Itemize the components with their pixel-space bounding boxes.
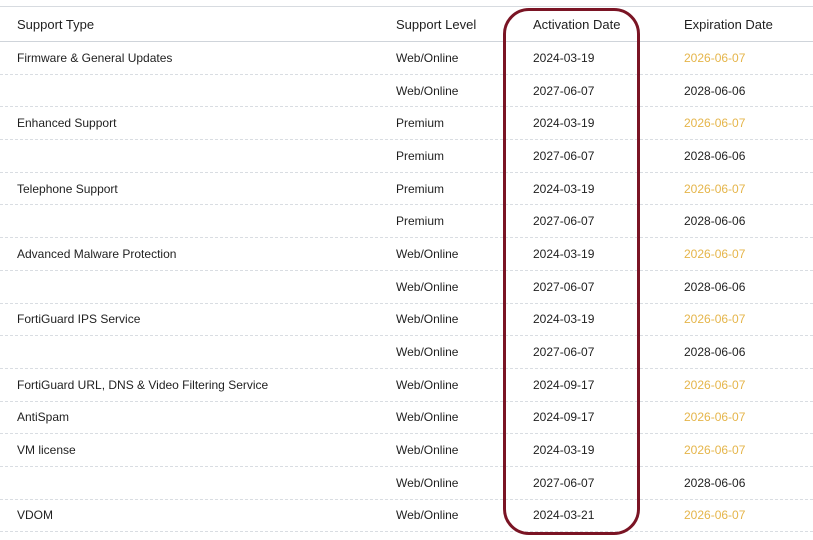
activation-date-cell: 2027-06-07 bbox=[533, 214, 595, 229]
activation-date-cell: 2027-06-07 bbox=[533, 279, 595, 294]
table-row[interactable]: VDOM Web/Online 2024-03-21 2026-06-07 bbox=[0, 500, 813, 533]
table-row[interactable]: FortiGuard IPS Service Web/Online 2024-03-… bbox=[0, 304, 813, 337]
support-level-cell: Premium bbox=[396, 181, 445, 196]
activation-date-cell: 2024-09-17 bbox=[533, 377, 595, 392]
activation-date-cell: 2027-06-07 bbox=[533, 345, 595, 360]
table-body: Firmware & General Updates Web/Online 2024… bbox=[0, 42, 813, 533]
support-level-cell: Web/Online bbox=[396, 345, 459, 360]
activation-date-cell: 2027-06-07 bbox=[533, 148, 595, 163]
support-level-cell: Web/Online bbox=[396, 50, 459, 65]
expiration-date-cell: 2026-06-07 bbox=[684, 50, 746, 65]
support-level-cell: Premium bbox=[396, 116, 445, 131]
expiration-date-cell: 2028-06-06 bbox=[684, 279, 746, 294]
support-type-cell: Enhanced Support bbox=[17, 116, 117, 131]
activation-date-cell: 2024-09-17 bbox=[533, 410, 595, 425]
support-level-cell: Web/Online bbox=[396, 410, 459, 425]
table-row[interactable]: Telephone Support Premium 2024-03-19 2026-0… bbox=[0, 173, 813, 206]
header-support-level[interactable]: Support Level bbox=[396, 17, 533, 32]
table-row[interactable]: Firmware & General Updates Web/Online 2024… bbox=[0, 42, 813, 75]
activation-date-cell: 2027-06-07 bbox=[533, 83, 595, 98]
header-support-type[interactable]: Support Type bbox=[0, 17, 396, 32]
expiration-date-cell: 2026-06-07 bbox=[684, 312, 746, 327]
support-level-cell: Premium bbox=[396, 148, 445, 163]
table-row[interactable]: AntiSpam Web/Online 2024-09-17 2026-06-07 bbox=[0, 402, 813, 435]
expiration-date-cell: 2026-06-07 bbox=[684, 181, 746, 196]
table-row[interactable]: Web/Online 2027-06-07 2028-06-06 bbox=[0, 336, 813, 369]
expiration-date-cell: 2026-06-07 bbox=[684, 246, 746, 261]
support-contracts-table: Support Type Support Level Activation Da… bbox=[0, 6, 813, 533]
expiration-date-cell: 2028-06-06 bbox=[684, 148, 746, 163]
support-level-cell: Web/Online bbox=[396, 508, 459, 523]
activation-date-cell: 2024-03-19 bbox=[533, 246, 595, 261]
support-type-cell: Telephone Support bbox=[17, 181, 118, 196]
expiration-date-cell: 2026-06-07 bbox=[684, 410, 746, 425]
support-type-cell: Firmware & General Updates bbox=[17, 50, 173, 65]
table-row[interactable]: Premium 2027-06-07 2028-06-06 bbox=[0, 140, 813, 173]
support-level-cell: Web/Online bbox=[396, 279, 459, 294]
table-row[interactable]: FortiGuard URL, DNS & Video Filtering Se… bbox=[0, 369, 813, 402]
expiration-date-cell: 2028-06-06 bbox=[684, 475, 746, 490]
expiration-date-cell: 2028-06-06 bbox=[684, 214, 746, 229]
support-level-cell: Web/Online bbox=[396, 312, 459, 327]
activation-date-cell: 2024-03-19 bbox=[533, 181, 595, 196]
table-row[interactable]: Web/Online 2027-06-07 2028-06-06 bbox=[0, 271, 813, 304]
activation-date-cell: 2024-03-19 bbox=[533, 116, 595, 131]
table-row[interactable]: Premium 2027-06-07 2028-06-06 bbox=[0, 205, 813, 239]
support-type-cell: Advanced Malware Protection bbox=[17, 246, 177, 261]
activation-date-cell: 2024-03-19 bbox=[533, 312, 595, 327]
support-type-cell: FortiGuard IPS Service bbox=[17, 312, 141, 327]
activation-date-cell: 2027-06-07 bbox=[533, 475, 595, 490]
header-expiration-date[interactable]: Expiration Date bbox=[684, 17, 813, 32]
table-row[interactable]: VM license Web/Online 2024-03-19 2026-06-07 bbox=[0, 434, 813, 467]
support-level-cell: Premium bbox=[396, 214, 445, 229]
support-level-cell: Web/Online bbox=[396, 83, 459, 98]
activation-date-cell: 2024-03-19 bbox=[533, 50, 595, 65]
table-row[interactable]: Advanced Malware Protection Web/Online 202… bbox=[0, 238, 813, 271]
support-type-cell: VM license bbox=[17, 443, 76, 458]
support-level-cell: Web/Online bbox=[396, 377, 459, 392]
support-level-cell: Web/Online bbox=[396, 246, 459, 261]
expiration-date-cell: 2026-06-07 bbox=[684, 116, 746, 131]
activation-date-cell: 2024-03-21 bbox=[533, 508, 595, 523]
expiration-date-cell: 2028-06-06 bbox=[684, 83, 746, 98]
table-row[interactable]: Web/Online 2027-06-07 2028-06-06 bbox=[0, 467, 813, 500]
support-type-cell: FortiGuard URL, DNS & Video Filtering Se… bbox=[17, 377, 269, 392]
expiration-date-cell: 2026-06-07 bbox=[684, 377, 746, 392]
support-type-cell: AntiSpam bbox=[17, 410, 70, 425]
table-row[interactable]: Enhanced Support Premium 2024-03-19 2026-06… bbox=[0, 107, 813, 141]
support-type-cell: VDOM bbox=[17, 508, 53, 523]
header-activation-date[interactable]: Activation Date bbox=[533, 17, 684, 32]
support-level-cell: Web/Online bbox=[396, 475, 459, 490]
expiration-date-cell: 2028-06-06 bbox=[684, 345, 746, 360]
expiration-date-cell: 2026-06-07 bbox=[684, 443, 746, 458]
activation-date-cell: 2024-03-19 bbox=[533, 443, 595, 458]
table-header-row: Support Type Support Level Activation Da… bbox=[0, 7, 813, 42]
table-row[interactable]: Web/Online 2027-06-07 2028-06-06 bbox=[0, 75, 813, 108]
expiration-date-cell: 2026-06-07 bbox=[684, 508, 746, 523]
support-level-cell: Web/Online bbox=[396, 443, 459, 458]
